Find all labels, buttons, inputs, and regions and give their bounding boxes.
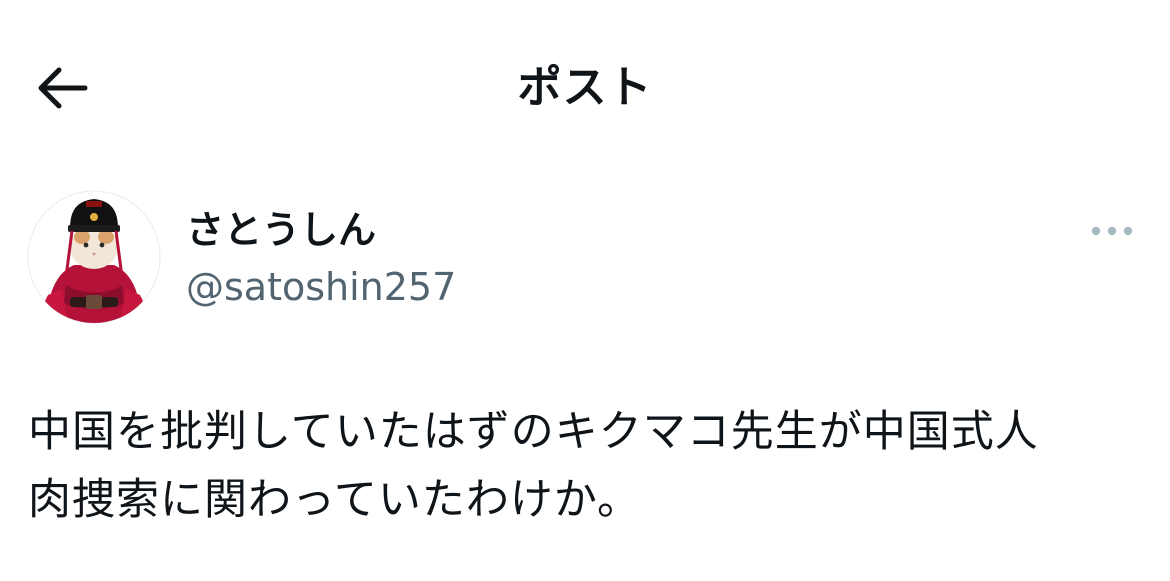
author-names: さとうしん @satoshin257 [186,205,456,313]
post-text-line-2: 肉捜索に関わっていたわけか。 [28,475,641,525]
more-options-button[interactable] [1086,213,1138,249]
page-title: ポスト [517,62,653,113]
avatar[interactable] [26,185,162,325]
post-text-line-1: 中国を批判していたはずのキクマコ先生が中国式人 [28,407,1039,457]
post-text: 中国を批判していたはずのキクマコ先生が中国式人 肉捜索に関わっていたわけか。 [28,398,1148,534]
display-name[interactable]: さとうしん [186,205,456,255]
post-author: さとうしん @satoshin257 [26,185,1146,330]
avatar-image [27,190,161,324]
user-handle[interactable]: @satoshin257 [186,261,456,313]
top-app-bar: ポスト [0,0,1170,180]
more-horizontal-icon [1091,226,1133,236]
